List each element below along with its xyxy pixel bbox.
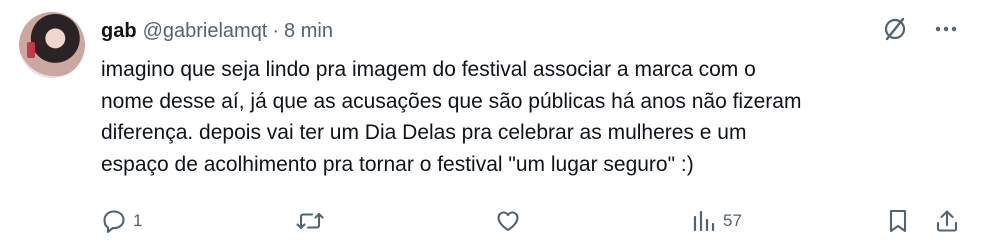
bookmark-icon <box>886 208 910 234</box>
views-icon <box>691 208 717 234</box>
heart-icon <box>495 208 521 234</box>
tweet-line: nome desse aí, já que as acusações que s… <box>101 89 802 113</box>
tweet-line: espaço de acolhimento pra tornar o festi… <box>101 152 694 176</box>
top-actions <box>880 14 958 44</box>
reply-icon <box>101 208 127 234</box>
slashed-circle-icon[interactable] <box>880 14 910 44</box>
share-button[interactable] <box>934 204 960 238</box>
avatar-accent <box>27 42 35 58</box>
retweet-button[interactable] <box>296 204 330 238</box>
tweet-time[interactable]: 8 min <box>284 20 333 43</box>
tweet-header: gab @gabrielamqt · 8 min <box>101 17 333 45</box>
views-button[interactable]: 57 <box>691 204 742 238</box>
tweet-line: diferença. depois vai ter um Dia Delas p… <box>101 121 747 144</box>
author-handle[interactable]: @gabrielamqt <box>143 20 268 43</box>
reply-button[interactable]: 1 <box>101 204 142 238</box>
avatar[interactable] <box>19 12 85 78</box>
like-button[interactable] <box>495 204 527 238</box>
share-icon <box>934 208 960 234</box>
tweet-text: imagino que seja lindo pra imagem do fes… <box>101 54 961 180</box>
views-count: 57 <box>723 211 742 230</box>
tweet-actions: 1 57 <box>101 204 964 238</box>
separator-dot: · <box>272 19 280 42</box>
tweet-line: imagino que seja lindo pra imagem do fes… <box>101 58 756 81</box>
bookmark-button[interactable] <box>886 204 910 238</box>
reply-count: 1 <box>133 211 143 230</box>
retweet-icon <box>296 208 324 234</box>
author-name[interactable]: gab <box>101 20 137 43</box>
more-icon[interactable] <box>934 17 958 41</box>
